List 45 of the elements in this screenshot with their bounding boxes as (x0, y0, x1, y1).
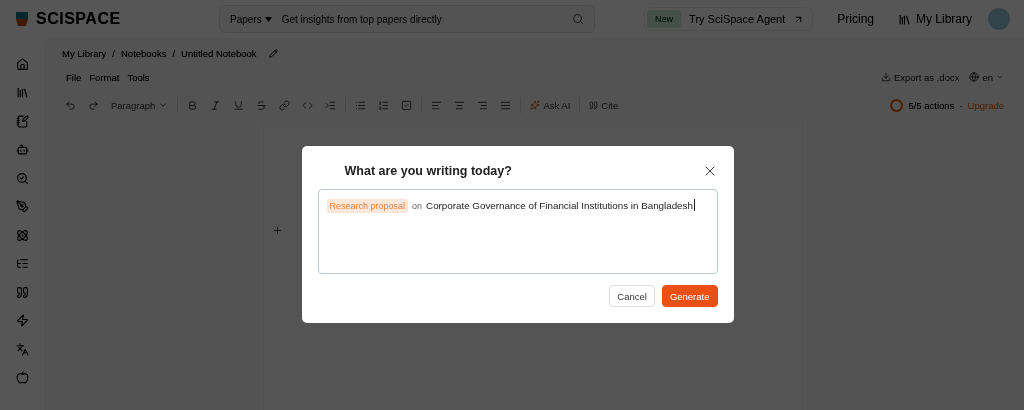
search-icon[interactable] (572, 13, 584, 25)
globe-icon (969, 72, 980, 82)
breadcrumb-link[interactable]: My Library (62, 47, 107, 59)
document-type-tag[interactable]: Research proposal (326, 199, 409, 213)
language-dropdown[interactable]: en (969, 71, 1004, 83)
quote-icon (589, 100, 599, 110)
logo-icon (14, 10, 30, 28)
generate-button[interactable]: Generate (661, 285, 718, 307)
nav-link[interactable]: Pricing (837, 12, 874, 26)
chevron-icon (158, 100, 169, 110)
scope-dropdown[interactable]: Papers (230, 13, 272, 25)
nav-link[interactable]: My Library (898, 12, 972, 26)
separator-dot: · (959, 99, 963, 111)
breadcrumb-separator: / (172, 47, 176, 59)
nav-label: My Library (916, 12, 972, 26)
breadcrumb-separator: / (112, 47, 115, 59)
menu-item[interactable]: File (62, 71, 86, 83)
pencil-icon[interactable] (268, 48, 278, 58)
sparkle-icon (530, 100, 541, 110)
menu-item[interactable]: Tools (123, 71, 154, 83)
dialog-title: What are you writing today? (344, 164, 512, 178)
connector-text: on (412, 200, 423, 211)
prompt-text: Corporate Governance of Financial Institutions in Bangladesh (426, 199, 695, 211)
agent-label: Try SciSpace Agent (689, 13, 786, 25)
export-button[interactable]: Export as .docx (880, 71, 960, 83)
prompt-field[interactable]: Research proposal on Corporate Governance of Financial Institutions in Bangladesh (317, 189, 718, 274)
cite-button[interactable]: Cite (586, 97, 622, 113)
menu-item[interactable]: Format (85, 71, 124, 83)
add-block-icon[interactable] (272, 225, 283, 236)
caret-icon (996, 73, 1004, 81)
breadcrumb-link[interactable]: Untitled Notebook (181, 47, 257, 59)
breadcrumb-link[interactable]: Notebooks (121, 47, 167, 59)
agent-button[interactable]: New Try SciSpace Agent (644, 7, 814, 31)
logo-text: SCISPACE (36, 10, 121, 28)
usage-text: 5/5 actions (908, 99, 955, 111)
paragraph-dropdown[interactable]: Paragraph (108, 97, 172, 113)
caret-icon (264, 16, 272, 22)
upgrade-link[interactable]: Upgrade (967, 99, 1004, 111)
cancel-button[interactable]: Cancel (609, 285, 655, 307)
new-badge: New (647, 10, 682, 28)
library-icon (898, 12, 911, 26)
avatar[interactable] (988, 8, 1010, 30)
search-field[interactable]: Papers Get insights from top papers directly (219, 5, 595, 33)
usage-ring-icon (890, 98, 904, 112)
download-icon (880, 72, 891, 82)
